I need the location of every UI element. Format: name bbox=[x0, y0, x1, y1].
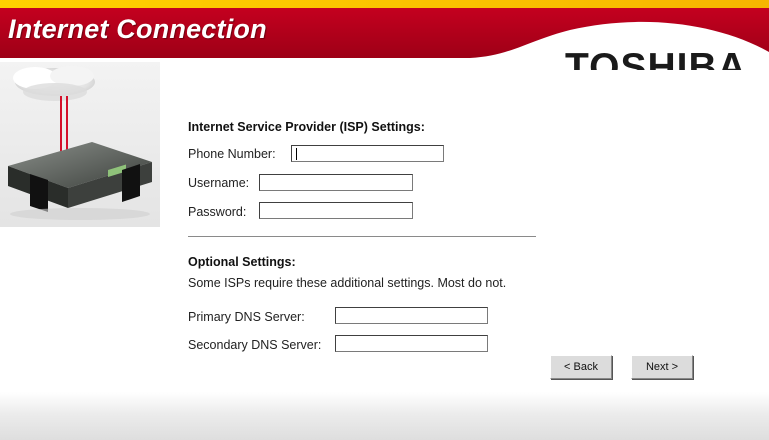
brand-logo: TOSHIBA bbox=[565, 46, 747, 70]
header-banner: Internet Connection TOSHIBA bbox=[0, 0, 769, 70]
back-button[interactable]: < Back bbox=[550, 355, 612, 379]
primary-dns-input[interactable] bbox=[335, 307, 488, 324]
isp-settings-heading: Internet Service Provider (ISP) Settings… bbox=[188, 120, 425, 134]
primary-dns-label: Primary DNS Server: bbox=[188, 310, 305, 324]
next-button[interactable]: Next > bbox=[631, 355, 693, 379]
page-title: Internet Connection bbox=[8, 14, 267, 44]
username-input[interactable] bbox=[259, 174, 413, 191]
optional-settings-heading: Optional Settings: bbox=[188, 255, 296, 269]
secondary-dns-label: Secondary DNS Server: bbox=[188, 338, 322, 352]
phone-number-label: Phone Number: bbox=[188, 147, 276, 161]
router-illustration bbox=[0, 62, 160, 227]
secondary-dns-input[interactable] bbox=[335, 335, 488, 352]
password-label: Password: bbox=[188, 205, 247, 219]
optional-settings-note: Some ISPs require these additional setti… bbox=[188, 276, 507, 290]
text-cursor bbox=[296, 148, 297, 160]
phone-number-input[interactable] bbox=[291, 145, 444, 162]
password-input[interactable] bbox=[259, 202, 413, 219]
footer-band bbox=[0, 392, 769, 440]
username-label: Username: bbox=[188, 176, 250, 190]
section-divider bbox=[188, 236, 536, 237]
